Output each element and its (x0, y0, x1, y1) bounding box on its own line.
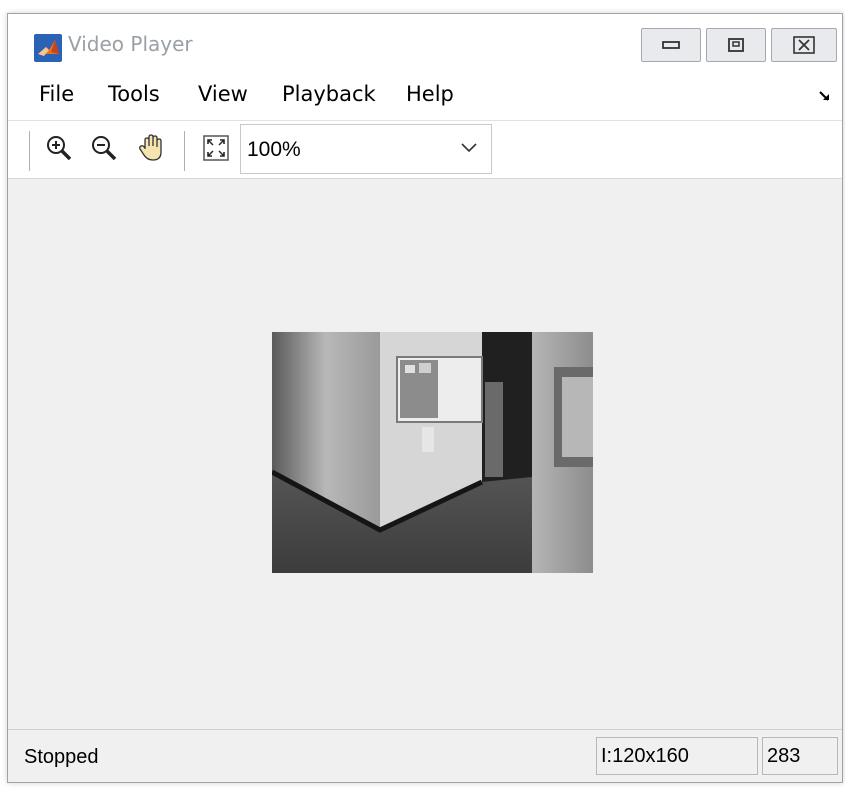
menu-view[interactable]: View (198, 82, 248, 106)
video-player-window: Video Player File Tools View Playback He… (7, 13, 843, 783)
menu-playback[interactable]: Playback (282, 82, 376, 106)
menu-file[interactable]: File (39, 82, 74, 106)
matlab-logo-icon (34, 34, 62, 62)
chevron-down-icon (461, 143, 477, 153)
zoom-out-button[interactable] (89, 133, 119, 163)
undock-arrow-icon[interactable] (818, 89, 832, 103)
maximize-icon (728, 38, 744, 52)
playback-status: Stopped (24, 746, 99, 768)
fit-to-window-button[interactable] (201, 133, 231, 163)
close-button[interactable] (771, 28, 837, 62)
zoom-level-value: 100% (247, 138, 301, 161)
pan-hand-icon (139, 134, 162, 161)
video-display-area (8, 179, 842, 729)
minimize-button[interactable] (641, 28, 701, 62)
status-bar: Stopped I:120x160 283 (8, 729, 842, 782)
zoom-in-button[interactable] (44, 133, 74, 163)
image-dimensions: I:120x160 (596, 737, 758, 775)
title-bar[interactable]: Video Player (8, 14, 842, 69)
zoom-level-dropdown[interactable]: 100% (240, 124, 492, 174)
maximize-button[interactable] (706, 28, 766, 62)
menu-bar: File Tools View Playback Help (8, 69, 842, 121)
toolbar: 100% (8, 121, 842, 179)
window-title: Video Player (68, 32, 193, 56)
toolbar-separator (184, 131, 186, 171)
fit-to-window-icon (203, 135, 229, 161)
pan-button[interactable] (136, 133, 166, 163)
frame-number: 283 (762, 737, 838, 775)
video-frame-image (272, 332, 593, 573)
close-icon (793, 36, 815, 54)
toolbar-separator (29, 131, 31, 171)
menu-tools[interactable]: Tools (108, 82, 160, 106)
menu-help[interactable]: Help (406, 82, 454, 106)
zoom-out-icon (92, 136, 117, 161)
minimize-icon (662, 41, 680, 49)
zoom-in-icon (47, 136, 72, 161)
